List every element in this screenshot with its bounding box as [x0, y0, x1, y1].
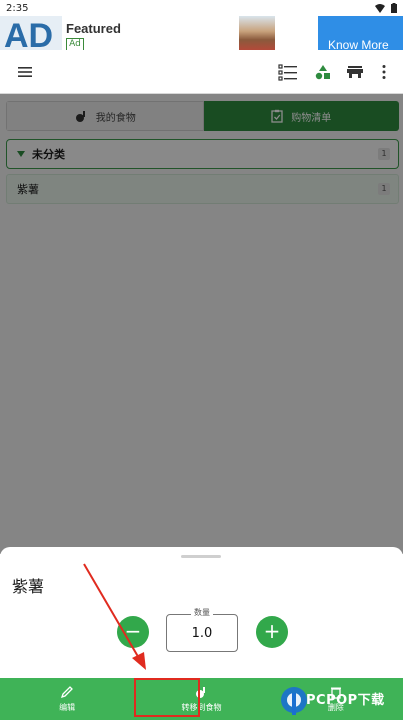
ad-cta-button[interactable]: Know More: [318, 16, 403, 50]
ad-banner[interactable]: AD Featured Ad Know More: [0, 16, 403, 50]
annotation-highlight-box: [134, 678, 200, 717]
annotation-arrow: [83, 563, 146, 670]
quantity-input[interactable]: 1.0: [166, 614, 238, 652]
list-view-icon[interactable]: [277, 61, 299, 83]
category-shapes-icon[interactable]: [312, 61, 334, 83]
modal-scrim[interactable]: [0, 94, 403, 554]
status-time: 2:35: [6, 2, 29, 14]
sheet-item-title: 紫薯: [12, 577, 45, 596]
ad-badge: Ad: [66, 38, 84, 50]
increase-quantity-button[interactable]: +: [256, 616, 288, 648]
ad-logo: AD: [0, 16, 62, 50]
wifi-icon: [375, 3, 385, 13]
store-icon[interactable]: [344, 61, 366, 83]
pencil-icon: [61, 686, 74, 699]
edit-button-label: 编辑: [59, 703, 76, 712]
watermark-text: PCPOP下载: [306, 693, 385, 708]
ad-thumbnail: [239, 16, 275, 50]
app-bar: [0, 50, 403, 94]
sheet-drag-handle[interactable]: [181, 555, 221, 558]
edit-button[interactable]: 编辑: [0, 678, 134, 720]
status-bar: 2:35: [0, 0, 403, 16]
quantity-label: 数量: [191, 608, 213, 618]
menu-icon[interactable]: [14, 61, 36, 83]
ad-title: Featured: [66, 21, 121, 36]
battery-icon: [391, 3, 397, 13]
more-options-icon[interactable]: [373, 61, 395, 83]
